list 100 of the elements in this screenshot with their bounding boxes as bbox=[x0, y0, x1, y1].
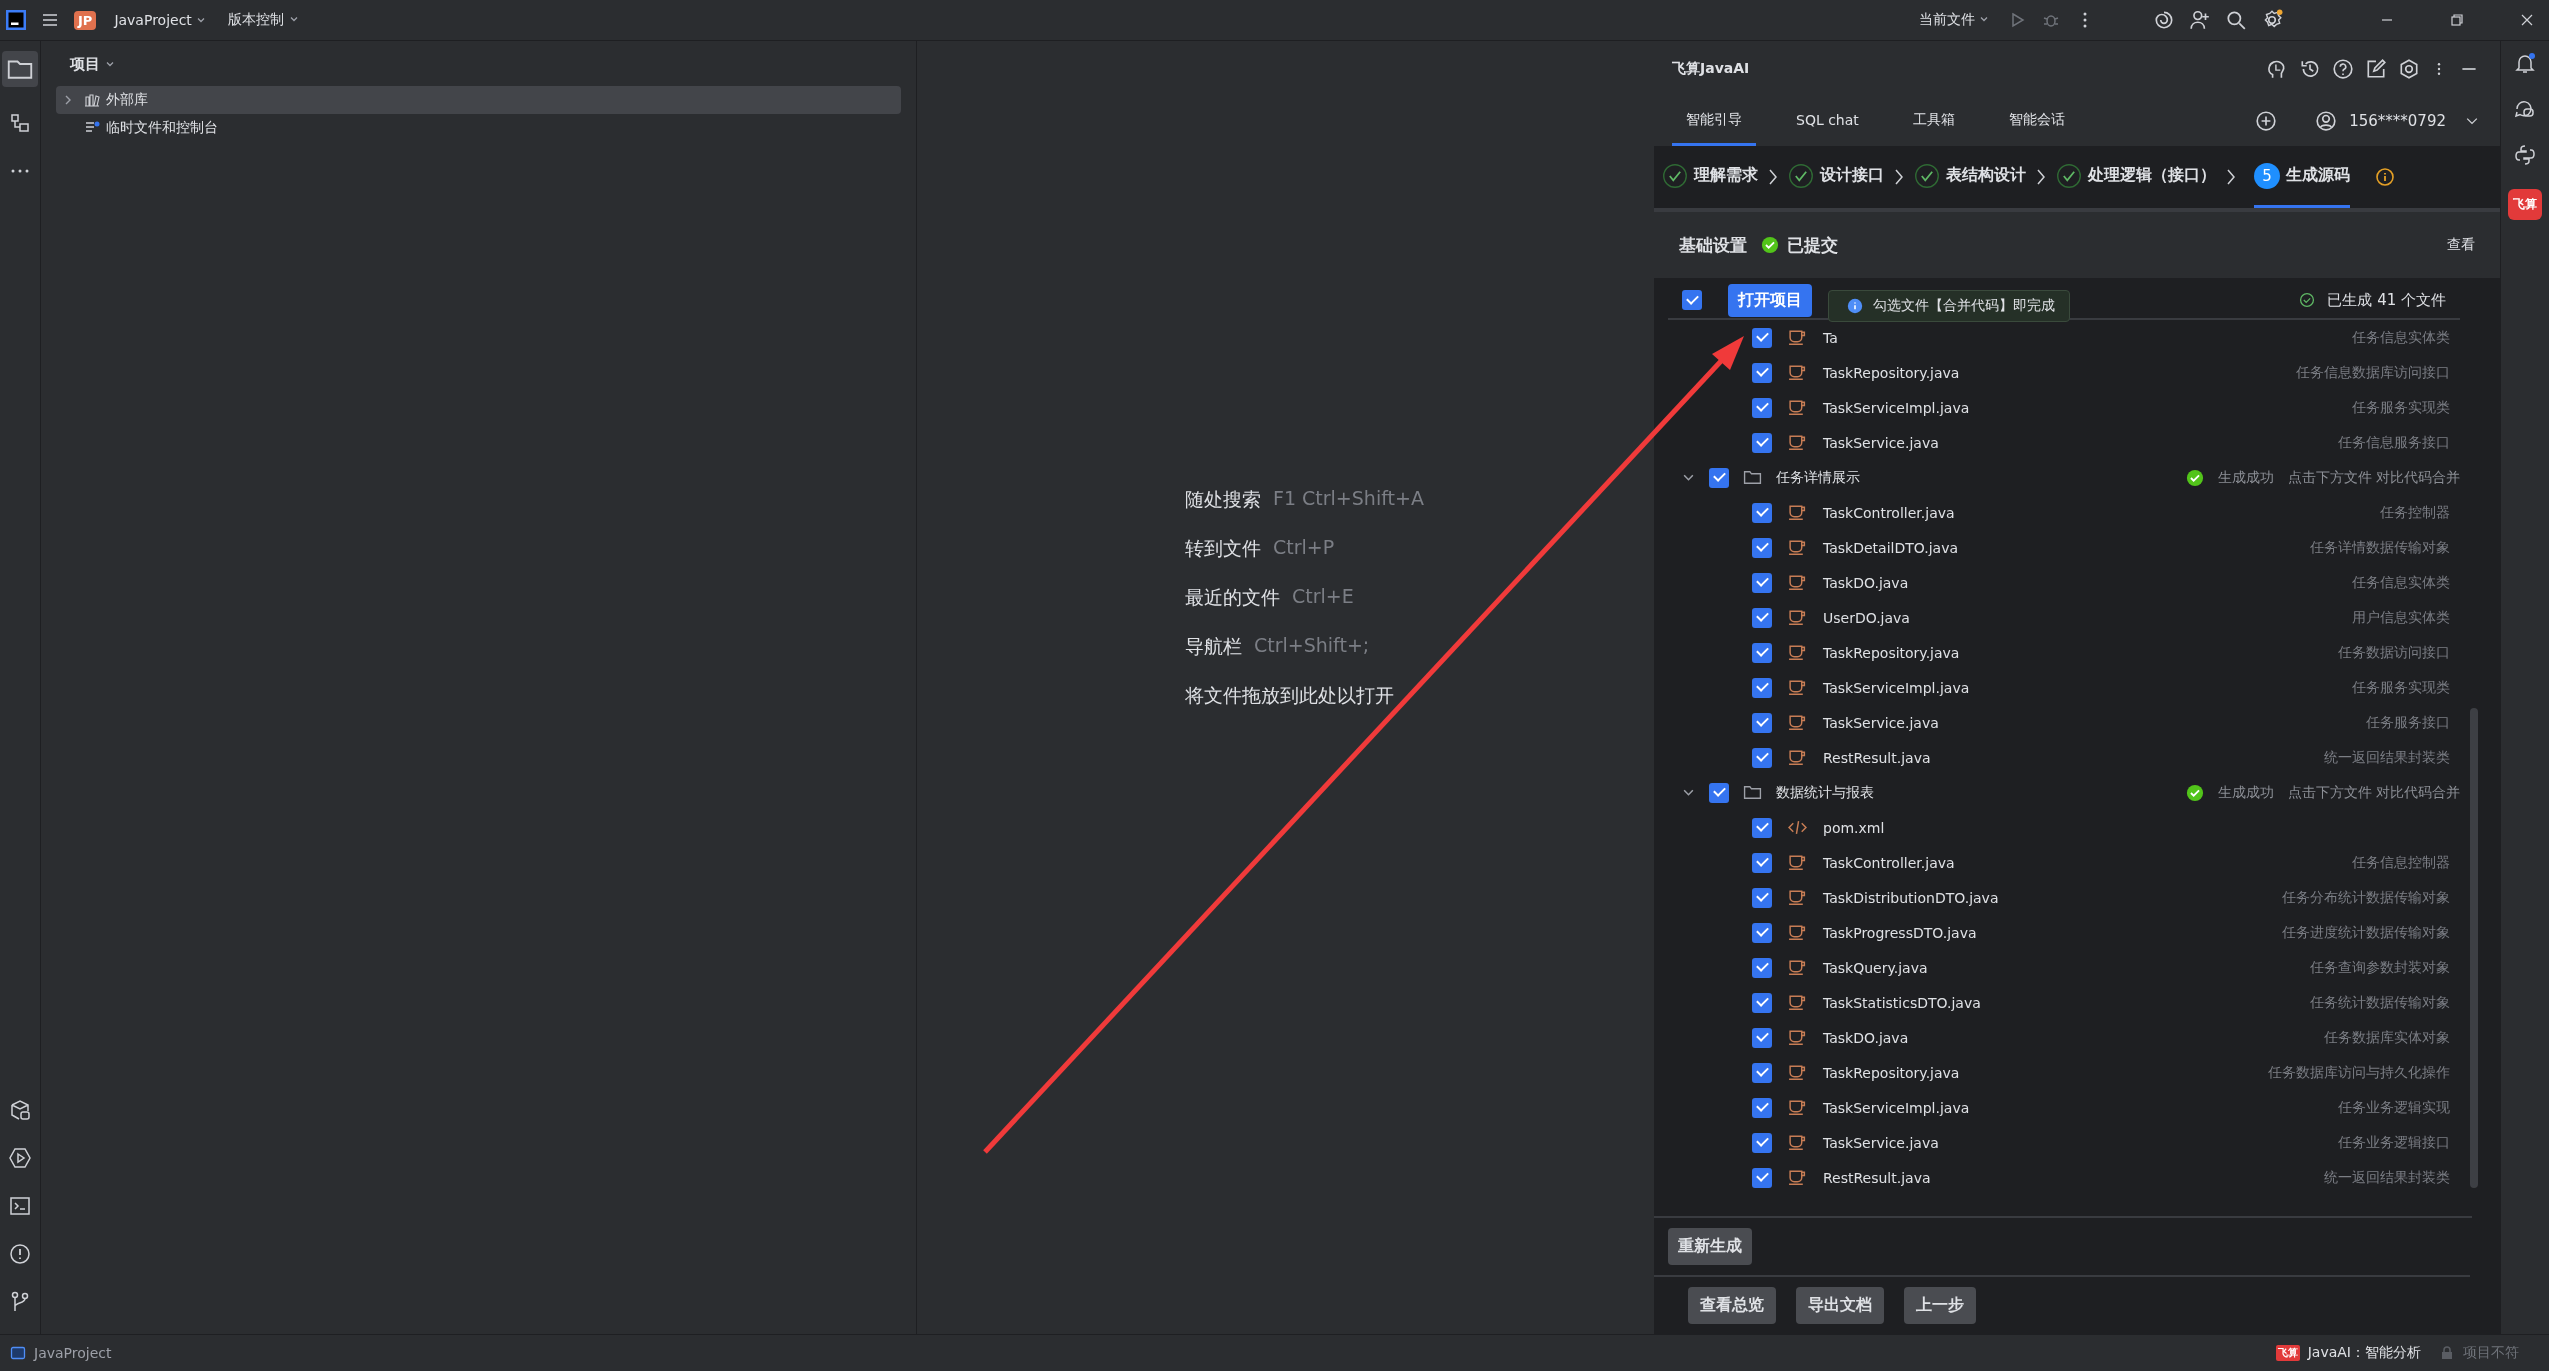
terminal-icon[interactable] bbox=[8, 1194, 32, 1218]
checkbox[interactable] bbox=[1752, 992, 1772, 1013]
checkbox[interactable] bbox=[1752, 607, 1772, 628]
checkbox[interactable] bbox=[1709, 467, 1729, 488]
regenerate-button[interactable]: 重新生成 bbox=[1668, 1228, 1752, 1265]
file-row[interactable]: TaskRepository.java 任务信息数据库访问接口 bbox=[1668, 355, 2460, 390]
spiral-icon[interactable] bbox=[2153, 9, 2175, 31]
caret-icon[interactable] bbox=[288, 14, 299, 24]
file-row[interactable]: TaskDO.java 任务数据库实体对象 bbox=[1668, 1020, 2460, 1055]
bell-icon[interactable] bbox=[2513, 51, 2537, 75]
app-logo-icon[interactable] bbox=[6, 10, 26, 30]
file-description: 任务数据库访问与持久化操作 bbox=[2268, 1063, 2450, 1082]
scrollbar-thumb[interactable] bbox=[2470, 708, 2478, 1188]
file-row[interactable]: TaskController.java 任务信息控制器 bbox=[1668, 845, 2460, 880]
checkbox[interactable] bbox=[1682, 290, 1702, 310]
footer-button[interactable]: 上一步 bbox=[1904, 1287, 1976, 1324]
file-row[interactable]: TaskDistributionDTO.java 任务分布统计数据传输对象 bbox=[1668, 880, 2460, 915]
footer-button[interactable]: 查看总览 bbox=[1688, 1287, 1776, 1324]
checkbox[interactable] bbox=[1752, 712, 1772, 733]
file-row[interactable]: TaskStatisticsDTO.java 任务统计数据传输对象 bbox=[1668, 985, 2460, 1020]
folder-icon[interactable] bbox=[2, 51, 38, 87]
file-row[interactable]: UserDO.java 用户信息实体类 bbox=[1668, 600, 2460, 635]
checkbox[interactable] bbox=[1752, 432, 1772, 453]
file-row[interactable]: TaskQuery.java 任务查询参数封装对象 bbox=[1668, 950, 2460, 985]
checkbox[interactable] bbox=[1752, 572, 1772, 593]
file-row[interactable]: RestResult.java 统一返回结果封装类 bbox=[1668, 740, 2460, 775]
file-row[interactable]: RestResult.java 统一返回结果封装类 bbox=[1668, 1160, 2460, 1195]
caret-icon[interactable] bbox=[1979, 14, 1989, 24]
checkbox[interactable] bbox=[1752, 327, 1772, 348]
caret-icon[interactable] bbox=[196, 15, 207, 25]
settings-icon[interactable] bbox=[2398, 57, 2420, 80]
checkbox[interactable] bbox=[1752, 817, 1772, 838]
file-row[interactable]: TaskService.java 任务业务逻辑接口 bbox=[1668, 1125, 2460, 1160]
tree-item[interactable]: 临时文件和控制台 bbox=[56, 114, 901, 142]
checkbox[interactable] bbox=[1752, 362, 1772, 383]
structure-icon[interactable] bbox=[8, 111, 32, 135]
packages-icon[interactable] bbox=[8, 1098, 32, 1122]
chevron-right-icon bbox=[1893, 167, 1905, 187]
view-link[interactable]: 查看 bbox=[2447, 236, 2475, 254]
step-tab[interactable]: 5 生成源码 bbox=[2254, 146, 2350, 208]
checkbox[interactable] bbox=[1752, 747, 1772, 768]
add-user-icon[interactable] bbox=[2189, 9, 2211, 31]
help-icon[interactable] bbox=[2332, 57, 2354, 80]
checkbox[interactable] bbox=[1752, 1062, 1772, 1083]
hint-action: 转到文件 bbox=[1185, 535, 1261, 561]
step-tab[interactable]: 设计接口 bbox=[1788, 146, 1884, 208]
project-name[interactable]: JavaProject bbox=[34, 1345, 112, 1361]
tree-item[interactable]: 外部库 bbox=[56, 86, 901, 114]
file-name: TaskController.java bbox=[1823, 854, 1955, 871]
ai-status[interactable]: JavaAI：智能分析 bbox=[2307, 1344, 2421, 1362]
checkbox[interactable] bbox=[1752, 887, 1772, 908]
panel-tab[interactable]: 智能会话 bbox=[1994, 96, 2079, 146]
checkbox[interactable] bbox=[1752, 1167, 1772, 1188]
footer-button[interactable]: 导出文档 bbox=[1796, 1287, 1884, 1324]
checkbox[interactable] bbox=[1752, 537, 1772, 558]
file-row[interactable]: TaskService.java 任务服务接口 bbox=[1668, 705, 2460, 740]
vcs-dropdown[interactable]: 版本控制 bbox=[224, 7, 303, 33]
file-row[interactable]: TaskController.java 任务控制器 bbox=[1668, 495, 2460, 530]
file-row[interactable]: TaskDO.java 任务信息实体类 bbox=[1668, 565, 2460, 600]
checkbox[interactable] bbox=[1752, 922, 1772, 943]
checkbox[interactable] bbox=[1752, 1027, 1772, 1048]
checkbox[interactable] bbox=[1752, 957, 1772, 978]
project-dropdown[interactable]: JavaProject bbox=[110, 8, 211, 32]
file-row[interactable]: TaskServiceImpl.java 任务服务实现类 bbox=[1668, 670, 2460, 705]
run-config-dropdown[interactable]: 当前文件 bbox=[1914, 7, 1993, 33]
file-row[interactable]: pom.xml bbox=[1668, 810, 2460, 845]
checkbox[interactable] bbox=[1752, 1132, 1772, 1153]
edit-icon[interactable] bbox=[2365, 57, 2387, 80]
info-icon[interactable] bbox=[2375, 167, 2395, 187]
file-row[interactable]: TaskRepository.java 任务数据访问接口 bbox=[1668, 635, 2460, 670]
run-icon[interactable] bbox=[8, 1146, 32, 1170]
problems-icon[interactable] bbox=[8, 1242, 32, 1266]
caret-icon[interactable] bbox=[105, 59, 116, 69]
file-row[interactable]: TaskProgressDTO.java 任务进度统计数据传输对象 bbox=[1668, 915, 2460, 950]
panel-tab[interactable]: SQL chat bbox=[1782, 96, 1873, 146]
add-icon[interactable] bbox=[2255, 110, 2278, 132]
panel-tab[interactable]: 工具箱 bbox=[1898, 96, 1969, 146]
checkbox[interactable] bbox=[1752, 677, 1772, 698]
open-project-button[interactable]: 打开项目 bbox=[1728, 283, 1812, 317]
checkbox[interactable] bbox=[1752, 1097, 1772, 1118]
project-view-dropdown[interactable]: 项目 bbox=[56, 53, 116, 86]
checkbox[interactable] bbox=[1752, 852, 1772, 873]
checkbox[interactable] bbox=[1752, 502, 1772, 523]
file-row[interactable]: TaskService.java 任务信息服务接口 bbox=[1668, 425, 2460, 460]
file-row[interactable]: TaskServiceImpl.java 任务服务实现类 bbox=[1668, 390, 2460, 425]
step-tab[interactable]: 理解需求 bbox=[1662, 146, 1758, 208]
python-icon[interactable] bbox=[2513, 143, 2537, 167]
step-tab[interactable]: 处理逻辑（接口） bbox=[2056, 146, 2216, 208]
file-row[interactable]: Ta 任务信息实体类 bbox=[1668, 320, 2460, 355]
step-tab[interactable]: 表结构设计 bbox=[1914, 146, 2026, 208]
checkbox[interactable] bbox=[1752, 642, 1772, 663]
panel-tab[interactable]: 智能引导 bbox=[1672, 96, 1756, 146]
plugin-logo[interactable]: 飞算 bbox=[2508, 189, 2542, 220]
file-row[interactable]: TaskDetailDTO.java 任务详情数据传输对象 bbox=[1668, 530, 2460, 565]
file-row[interactable]: TaskRepository.java 任务数据库访问与持久化操作 bbox=[1668, 1055, 2460, 1090]
file-row[interactable]: TaskServiceImpl.java 任务业务逻辑实现 bbox=[1668, 1090, 2460, 1125]
search-icon[interactable] bbox=[2225, 9, 2247, 31]
checkbox[interactable] bbox=[1752, 397, 1772, 418]
file-description: 任务业务逻辑接口 bbox=[2338, 1133, 2450, 1152]
checkbox[interactable] bbox=[1709, 782, 1729, 803]
